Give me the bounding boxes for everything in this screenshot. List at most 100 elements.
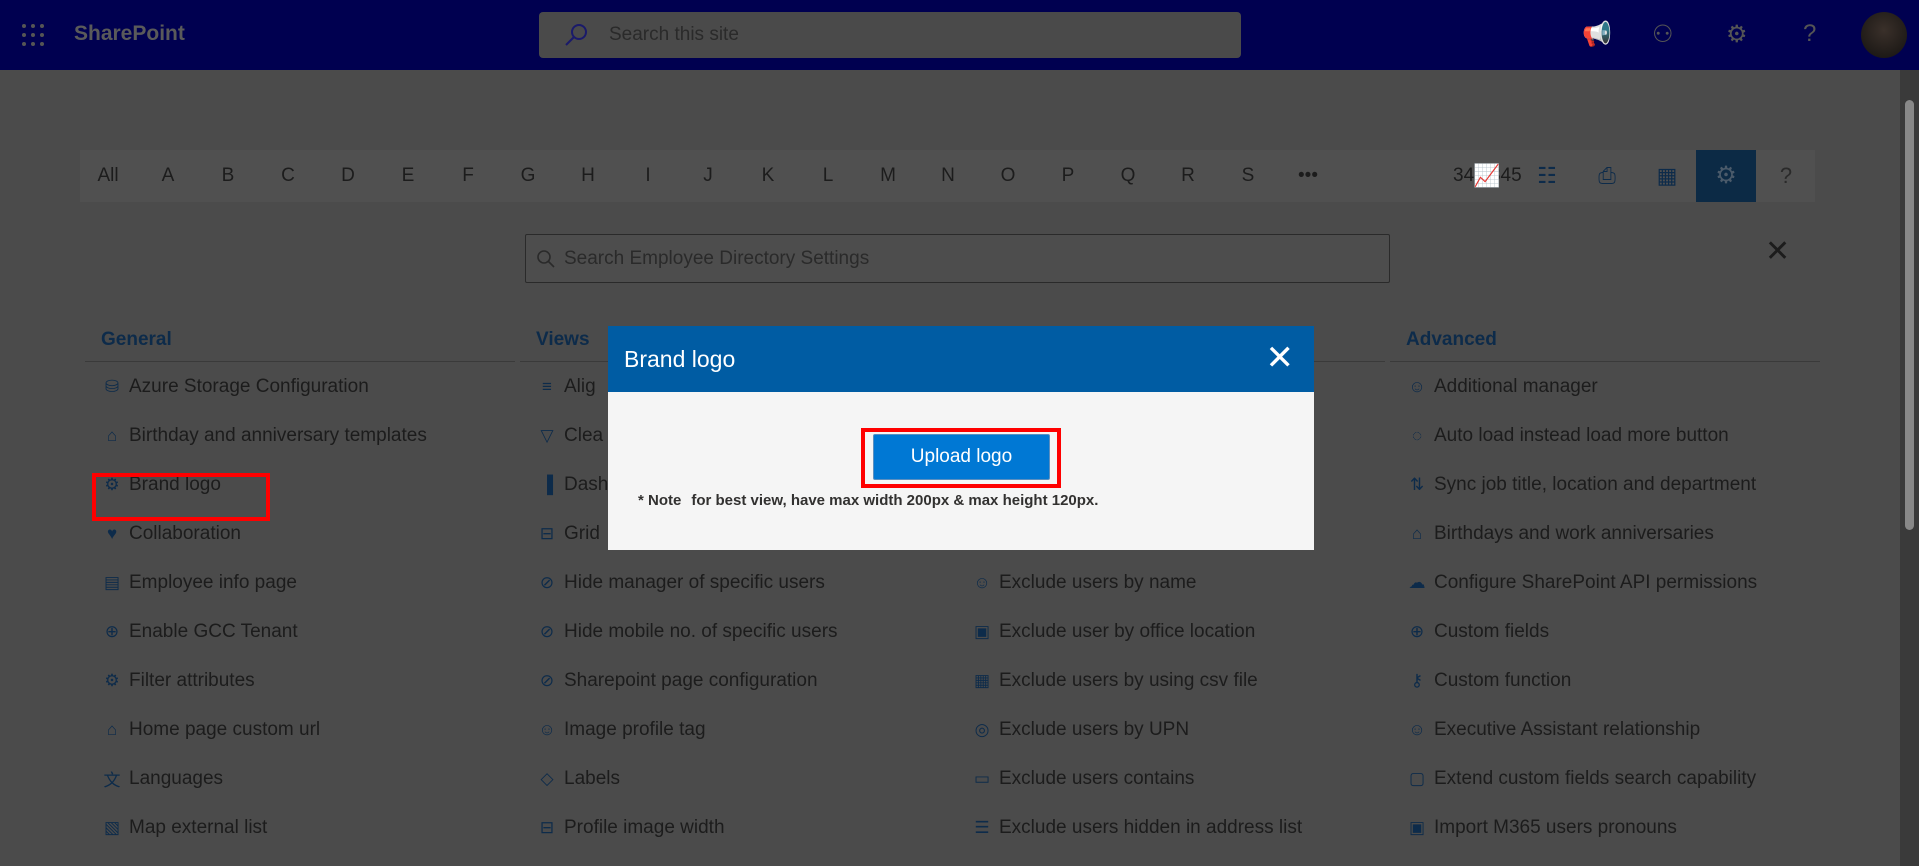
settings-item-label: Sharepoint page configuration [564,669,818,691]
waffle-icon[interactable] [22,24,44,46]
settings-item-label: Custom function [1434,669,1572,691]
chat-icon[interactable]: ⚇ [1652,20,1674,49]
letter-filter[interactable]: D [341,165,355,187]
settings-item[interactable]: ⌂ Birthdays and work anniversaries [1390,509,1820,558]
settings-search-placeholder: Search Employee Directory Settings [564,248,870,269]
search-icon [565,24,587,46]
letter-filter[interactable]: G [521,165,536,187]
dialog-title: Brand logo [624,346,736,372]
align-icon: ≡ [542,376,552,396]
settings-item-label: Home page custom url [129,718,321,740]
letter-filter[interactable]: I [645,165,650,187]
settings-item[interactable]: ⊘ Sharepoint page configuration [520,656,950,705]
settings-item[interactable]: ⚷ Custom function [1390,656,1820,705]
letter-filter[interactable]: C [281,165,295,187]
settings-item[interactable]: ☰ Exclude users hidden in address list [955,803,1385,852]
settings-item[interactable]: ◌ Auto load instead load more button [1390,411,1820,460]
settings-search-input[interactable]: Search Employee Directory Settings [525,234,1390,283]
help-icon[interactable]: ? [1803,20,1816,48]
close-icon[interactable]: ✕ [1765,234,1790,269]
settings-icon[interactable]: ⚙ [1696,150,1756,202]
print-icon[interactable]: ⎙ [1591,160,1623,192]
letter-filter[interactable]: All [97,165,118,187]
settings-item-label: Hide manager of specific users [564,571,825,593]
excel-export-icon[interactable]: ▦ [1651,160,1683,192]
letter-filter[interactable]: E [402,165,415,187]
settings-item-label: Custom fields [1434,620,1550,642]
settings-item[interactable]: ⇅ Sync job title, location and department [1390,460,1820,509]
settings-item[interactable]: ▦ Exclude users by using csv file [955,656,1385,705]
settings-item-label: Import M365 users pronouns [1434,816,1677,838]
avatar[interactable] [1861,12,1907,58]
settings-item[interactable]: ▧ Map external list [85,803,515,852]
settings-item[interactable]: ⌂ Home page custom url [85,705,515,754]
settings-item[interactable]: ☺ Additional manager [1390,362,1820,411]
org-chart-icon[interactable]: ☷ [1531,160,1563,192]
settings-item[interactable]: ⛁ Azure Storage Configuration [85,362,515,411]
site-search-placeholder: Search this site [609,24,739,45]
letter-filter[interactable]: S [1242,165,1255,187]
person-icon: ☺ [538,719,556,739]
help-icon[interactable]: ? [1770,160,1802,192]
settings-item[interactable]: ⊕ Enable GCC Tenant [85,607,515,656]
hide-icon: ⊘ [539,572,555,592]
settings-item-label: Labels [564,767,620,789]
megaphone-icon[interactable]: 📢 [1582,20,1612,49]
letter-filter[interactable]: ••• [1298,165,1318,187]
letter-filter[interactable]: B [222,165,235,187]
letter-filter[interactable]: A [162,165,175,187]
letter-filter[interactable]: O [1001,165,1016,187]
settings-item[interactable]: ▭ Exclude users contains [955,754,1385,803]
letter-filter[interactable]: N [941,165,955,187]
settings-item-label: Executive Assistant relationship [1434,718,1701,740]
app-name[interactable]: SharePoint [74,22,185,46]
settings-item[interactable]: ☺ Image profile tag [520,705,950,754]
settings-item[interactable]: ⊘ Hide mobile no. of specific users [520,607,950,656]
settings-item[interactable]: ⊘ Hide manager of specific users [520,558,950,607]
settings-item-label: Employee info page [129,571,297,593]
settings-item[interactable]: ⌂ Birthday and anniversary templates [85,411,515,460]
settings-item-label: Configure SharePoint API permissions [1434,571,1758,593]
letter-filter[interactable]: R [1181,165,1195,187]
settings-item-label: Birthday and anniversary templates [129,424,427,446]
letter-filter[interactable]: J [703,165,713,187]
letter-filter[interactable]: H [581,165,595,187]
handshake-icon: ♥ [106,523,118,543]
letter-filter[interactable]: L [823,165,834,187]
settings-item[interactable]: ◇ Labels [520,754,950,803]
hide-icon: ⊘ [539,621,555,641]
add-circle-icon: ⊕ [1409,621,1425,641]
letter-filter[interactable]: Q [1121,165,1136,187]
loading-icon: ◌ [1411,425,1423,445]
settings-item[interactable]: ▤ Employee info page [85,558,515,607]
badge-check-icon: ⚙ [104,670,120,690]
analytics-icon[interactable]: 📈 [1471,160,1503,192]
letter-filter[interactable]: K [762,165,775,187]
settings-item[interactable]: ☺ Executive Assistant relationship [1390,705,1820,754]
column-heading: Advanced [1390,322,1820,362]
site-search-input[interactable]: Search this site [539,12,1241,58]
scrollbar[interactable] [1900,70,1919,866]
settings-item-label: Birthdays and work anniversaries [1434,522,1714,544]
close-icon[interactable]: ✕ [1266,326,1295,390]
settings-item[interactable]: ▣ Import M365 users pronouns [1390,803,1820,852]
letter-filter[interactable]: F [462,165,474,187]
settings-item-label: Extend custom fields search capability [1434,767,1757,789]
settings-item[interactable]: ⊕ Custom fields [1390,607,1820,656]
filter-icon: ▽ [540,425,554,445]
settings-item[interactable]: ☁ Configure SharePoint API permissions [1390,558,1820,607]
settings-item-label: Collaboration [129,522,241,544]
home-icon: ⌂ [106,719,118,739]
settings-item[interactable]: ⊟ Profile image width [520,803,950,852]
settings-item[interactable]: 文 Languages [85,754,515,803]
letter-filter[interactable]: M [880,165,896,187]
settings-item[interactable]: ⚙ Filter attributes [85,656,515,705]
settings-item[interactable]: ▣ Exclude user by office location [955,607,1385,656]
settings-icon[interactable]: ⚙ [1726,20,1748,49]
cake-icon: ⌂ [106,425,118,445]
settings-item[interactable]: ▢ Extend custom fields search capability [1390,754,1820,803]
settings-item[interactable]: ☺ Exclude users by name [955,558,1385,607]
settings-item[interactable]: ◎ Exclude users by UPN [955,705,1385,754]
highlight-brand-logo [92,473,270,521]
letter-filter[interactable]: P [1062,165,1075,187]
